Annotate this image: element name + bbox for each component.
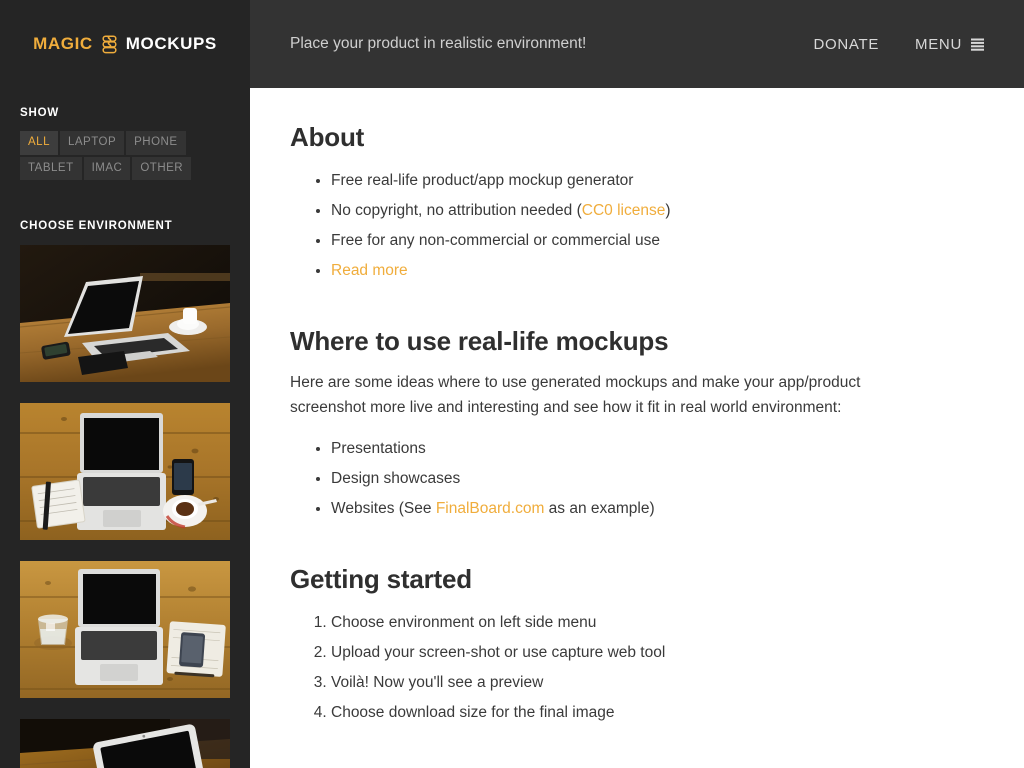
where-paragraph: Here are some ideas where to use generat… [290,374,861,416]
where-item-text: Design showcases [331,470,461,487]
stacked-layers-icon [102,34,117,54]
brand-word-mockups: MOCKUPS [125,34,217,53]
sidebar-body: SHOW ALL LAPTOP PHONE TABLET IMAC OTHER … [0,107,250,768]
environment-thumbnail-list [20,245,230,768]
list-item: Choose download size for the final image [331,698,984,728]
menu-button[interactable]: MENU [915,36,984,53]
header-tagline: Place your product in realistic environm… [290,35,587,52]
about-item-text: Free for any non-commercial or commercia… [331,232,661,249]
where-heading: Where to use real-life mockups [290,326,669,356]
list-item: Websites (See FinalBoard.com as an examp… [331,494,984,524]
environment-thumbnail-laptop-glass-notebook[interactable] [20,561,230,699]
filter-button-laptop[interactable]: LAPTOP [59,131,125,155]
read-more-link[interactable]: Read more [331,262,408,279]
list-item: Upload your screen-shot or use capture w… [331,638,984,668]
where-item-suffix: as an example) [544,500,655,517]
donate-link[interactable]: DONATE [813,36,879,53]
about-heading: About [290,122,365,152]
filter-button-tablet[interactable]: TABLET [20,156,82,181]
environment-thumbnail-tablet-table[interactable] [20,719,230,768]
top-header: Place your product in realistic environm… [250,0,1024,88]
list-item: Presentations [331,434,984,464]
list-item: Design showcases [331,464,984,494]
finalboard-link[interactable]: FinalBoard.com [436,500,545,517]
about-item-prefix: No copyright, no attribution needed ( [331,202,582,219]
brand-word-magic: MAGIC [33,34,93,53]
filter-button-other[interactable]: OTHER [132,156,192,181]
where-item-text: Presentations [331,440,426,457]
choose-environment-heading: CHOOSE ENVIRONMENT [20,220,173,233]
where-list: Presentations Design showcases Websites … [331,434,984,524]
hamburger-icon [971,38,984,51]
show-heading: SHOW [20,107,59,119]
page-root: MAGIC MOCKUPS SHOW ALL LAPTOP PHONE TABL… [0,0,1024,768]
about-item-text: Free real-life product/app mockup genera… [331,172,634,189]
list-item: Free for any non-commercial or commercia… [331,226,984,256]
menu-label: MENU [915,35,962,53]
list-item: Voilà! Now you'll see a preview [331,668,984,698]
header-actions: DONATE MENU [813,36,984,53]
filter-button-all[interactable]: ALL [20,131,58,155]
list-item: No copyright, no attribution needed (CC0… [331,196,984,226]
environment-thumbnail-laptop-desk-coffee[interactable] [20,245,230,383]
about-item-suffix: ) [665,202,671,219]
main-content: About Free real-life product/app mockup … [250,88,1024,768]
filter-button-phone[interactable]: PHONE [126,131,186,155]
about-list: Free real-life product/app mockup genera… [331,166,984,286]
list-item[interactable]: Read more [331,256,984,286]
brand-logo[interactable]: MAGIC MOCKUPS [0,0,250,88]
getting-started-heading: Getting started [290,564,472,594]
where-item-prefix: Websites (See [331,500,436,517]
cc0-license-link[interactable]: CC0 license [582,202,666,219]
list-item: Free real-life product/app mockup genera… [331,166,984,196]
filter-button-group: ALL LAPTOP PHONE TABLET IMAC OTHER [20,131,232,181]
environment-thumbnail-laptop-notebook-coffee[interactable] [20,403,230,541]
getting-started-list: Choose environment on left side menu Upl… [331,608,984,728]
filter-button-imac[interactable]: IMAC [83,156,131,181]
list-item: Choose environment on left side menu [331,608,984,638]
sidebar: MAGIC MOCKUPS SHOW ALL LAPTOP PHONE TABL… [0,0,250,768]
